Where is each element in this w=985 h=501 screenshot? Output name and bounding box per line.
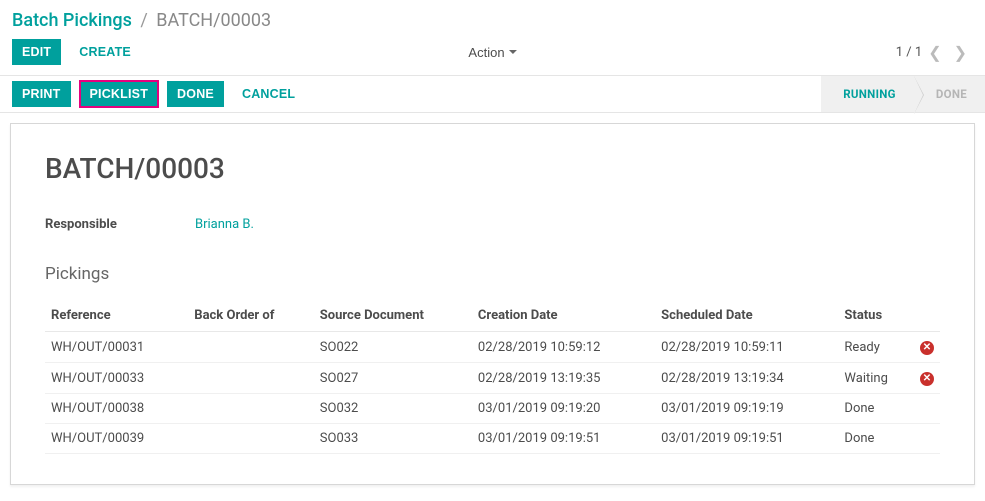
- cell-source-doc: SO032: [314, 394, 472, 424]
- col-back-order[interactable]: Back Order of: [188, 300, 314, 332]
- cell-creation-date: 03/01/2019 09:19:51: [472, 424, 655, 454]
- cancel-button[interactable]: CANCEL: [232, 81, 305, 107]
- cell-back-order: [188, 394, 314, 424]
- pager: 1 / 1 ❮ ❯: [896, 43, 973, 62]
- cell-scheduled-date: 03/01/2019 09:19:19: [655, 394, 838, 424]
- responsible-label: Responsible: [45, 217, 195, 232]
- pager-text: 1 / 1: [896, 45, 922, 60]
- cell-back-order: [188, 424, 314, 454]
- table-row[interactable]: WH/OUT/00038 SO03203/01/2019 09:19:2003/0…: [45, 394, 940, 424]
- cell-creation-date: 02/28/2019 10:59:12: [472, 332, 655, 363]
- delete-icon[interactable]: ✕: [920, 372, 934, 386]
- pager-prev-icon[interactable]: ❮: [922, 43, 947, 62]
- table-row[interactable]: WH/OUT/00039SO03303/01/2019 09:19:5103/0…: [45, 424, 940, 454]
- cell-reference: WH/OUT/00039: [45, 424, 188, 454]
- control-row: EDIT CREATE Action 1 / 1 ❮ ❯: [0, 39, 985, 75]
- cell-reference: WH/OUT/00033: [45, 363, 188, 394]
- breadcrumb-current: BATCH/00003: [156, 10, 271, 31]
- status-running[interactable]: RUNNING: [821, 76, 914, 112]
- field-responsible: Responsible Brianna B.: [45, 217, 940, 232]
- pickings-table: Reference Back Order of Source Document …: [45, 300, 940, 454]
- status-done[interactable]: DONE: [914, 76, 985, 112]
- action-label: Action: [468, 45, 504, 60]
- col-scheduled-date[interactable]: Scheduled Date: [655, 300, 838, 332]
- edit-button[interactable]: EDIT: [12, 39, 61, 65]
- print-button[interactable]: PRINT: [12, 81, 71, 107]
- breadcrumb: Batch Pickings / BATCH/00003: [0, 0, 985, 39]
- table-row[interactable]: WH/OUT/00033 SO02702/28/2019 13:19:3502/2…: [45, 363, 940, 394]
- col-source-doc[interactable]: Source Document: [314, 300, 472, 332]
- table-header-row: Reference Back Order of Source Document …: [45, 300, 940, 332]
- cell-creation-date: 03/01/2019 09:19:20: [472, 394, 655, 424]
- cell-status: Done: [838, 424, 914, 454]
- action-dropdown[interactable]: Action: [468, 45, 516, 60]
- cell-reference: WH/OUT/00031: [45, 332, 188, 363]
- cell-back-order: [188, 332, 314, 363]
- caret-down-icon: [509, 50, 517, 54]
- cell-status: Ready: [838, 332, 914, 363]
- record-title: BATCH/00003: [45, 152, 940, 185]
- cell-source-doc: SO027: [314, 363, 472, 394]
- pager-next-icon[interactable]: ❯: [948, 43, 973, 62]
- picklist-button[interactable]: PICKLIST: [79, 80, 160, 108]
- button-bar: PRINT PICKLIST DONE CANCEL RUNNING DONE: [0, 75, 985, 113]
- cell-source-doc: SO022: [314, 332, 472, 363]
- pickings-section-title: Pickings: [45, 264, 940, 284]
- col-reference[interactable]: Reference: [45, 300, 188, 332]
- create-button[interactable]: CREATE: [69, 39, 141, 65]
- breadcrumb-separator: /: [140, 10, 147, 31]
- breadcrumb-parent[interactable]: Batch Pickings: [12, 10, 132, 31]
- cell-scheduled-date: 02/28/2019 10:59:11: [655, 332, 838, 363]
- cell-source-doc: SO033: [314, 424, 472, 454]
- table-row[interactable]: WH/OUT/00031 SO02202/28/2019 10:59:1202/2…: [45, 332, 940, 363]
- cell-creation-date: 02/28/2019 13:19:35: [472, 363, 655, 394]
- col-creation-date[interactable]: Creation Date: [472, 300, 655, 332]
- responsible-value[interactable]: Brianna B.: [195, 217, 254, 232]
- delete-icon[interactable]: ✕: [920, 341, 934, 355]
- status-bar: RUNNING DONE: [821, 76, 985, 112]
- cell-status: Done: [838, 394, 914, 424]
- col-status[interactable]: Status: [838, 300, 914, 332]
- cell-reference: WH/OUT/00038: [45, 394, 188, 424]
- done-button[interactable]: DONE: [167, 81, 224, 107]
- cell-scheduled-date: 03/01/2019 09:19:51: [655, 424, 838, 454]
- form-sheet: BATCH/00003 Responsible Brianna B. Picki…: [10, 123, 975, 485]
- cell-status: Waiting: [838, 363, 914, 394]
- cell-back-order: [188, 363, 314, 394]
- cell-scheduled-date: 02/28/2019 13:19:34: [655, 363, 838, 394]
